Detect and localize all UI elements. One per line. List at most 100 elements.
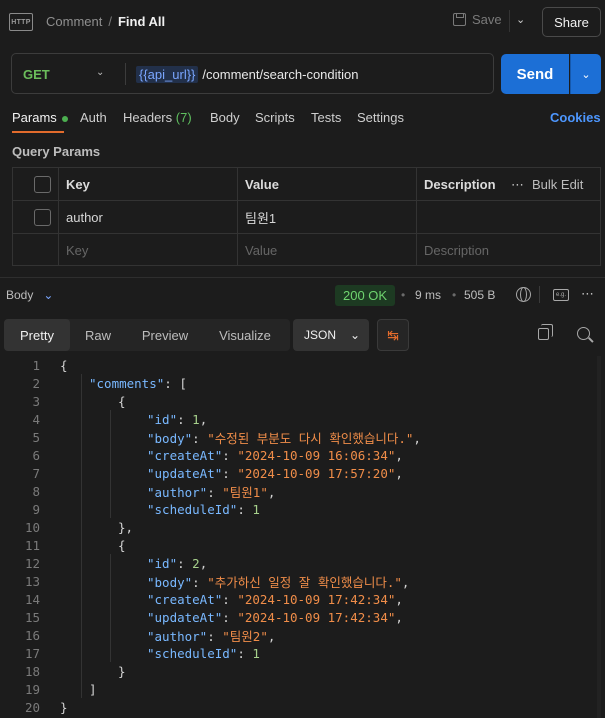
more-options-icon[interactable]: ⋯ (581, 286, 595, 302)
line-number: 18 (24, 663, 40, 679)
response-body-select[interactable]: Body ⌄ (6, 288, 53, 302)
code-content: "scheduleId": 1 (147, 646, 260, 661)
meta-separator: • (401, 288, 406, 302)
json-key: "updateAt" (147, 465, 223, 481)
select-all-checkbox[interactable] (34, 176, 51, 193)
url-variable[interactable]: {{api_url}} (136, 66, 199, 83)
breadcrumb-collection[interactable]: Comment (46, 14, 102, 29)
code-content: "createAt": "2024-10-09 17:42:34", (147, 592, 403, 607)
json-string: "추가하신 일정 잘 확인했습니다." (207, 574, 402, 590)
cookies-link[interactable]: Cookies (550, 110, 601, 125)
tab-raw[interactable]: Raw (70, 319, 126, 351)
line-number: 12 (24, 555, 40, 571)
code-content: } (60, 700, 68, 715)
code-line: 1{ (0, 356, 605, 374)
json-string: "수정된 부분도 다시 확인했습니다." (207, 430, 414, 446)
json-punctuation: : (207, 628, 223, 644)
json-punctuation: : (222, 465, 238, 481)
line-number: 13 (24, 573, 40, 589)
tab-body[interactable]: Body (210, 110, 240, 125)
tab-pretty[interactable]: Pretty (4, 319, 70, 351)
tab-settings[interactable]: Settings (357, 110, 404, 125)
panel-divider[interactable] (0, 277, 605, 278)
code-line: 7 "updateAt": "2024-10-09 17:57:20", (0, 464, 605, 482)
code-content: "id": 1, (147, 412, 207, 427)
code-line: 2 "comments": [ (0, 374, 605, 392)
line-number: 1 (32, 357, 40, 373)
new-key-input[interactable]: Key (58, 234, 237, 267)
bulk-edit-button[interactable]: ⋯ Bulk Edit (511, 168, 583, 201)
table-header-row: Key Value Description ⋯ Bulk Edit (13, 168, 600, 201)
code-content: "author": "팀원2", (147, 626, 275, 645)
json-punctuation: , (395, 609, 403, 625)
wrap-lines-icon[interactable]: ↹ (377, 319, 409, 351)
scrollbar[interactable] (597, 356, 601, 718)
json-key: "id" (147, 555, 178, 571)
response-code-editor[interactable]: 1{2 "comments": [3{4 "id": 1, 5 "body": "수정된… (0, 356, 605, 718)
code-content: } (118, 664, 126, 679)
send-options-chevron-down-icon[interactable]: ⌄ (570, 54, 601, 94)
save-options-chevron-down-icon[interactable]: ⌄ (516, 13, 525, 26)
search-icon[interactable] (577, 327, 590, 340)
param-value[interactable]: 팀원1 (237, 201, 416, 234)
code-content: { (118, 394, 126, 409)
json-string: "팀원1" (222, 484, 268, 500)
row-checkbox-cell (13, 201, 58, 234)
tab-scripts[interactable]: Scripts (255, 110, 295, 125)
line-number: 8 (32, 483, 40, 499)
json-number: 1 (252, 645, 260, 661)
column-key: Key (66, 177, 90, 192)
format-select[interactable]: JSON ⌄ (293, 319, 369, 351)
globe-icon[interactable] (516, 287, 531, 302)
tab-visualize[interactable]: Visualize (204, 319, 286, 351)
code-content: "scheduleId": 1 (147, 502, 260, 517)
format-label: JSON (304, 328, 337, 342)
code-line: 13 "body": "추가하신 일정 잘 확인했습니다.", (0, 572, 605, 590)
json-key: "scheduleId" (147, 501, 238, 517)
json-punctuation: : (237, 501, 253, 517)
bulk-edit-label: Bulk Edit (532, 177, 584, 192)
line-number: 2 (32, 375, 40, 391)
save-button[interactable]: Save (453, 12, 502, 27)
json-punctuation: , (395, 465, 403, 481)
json-punctuation: : (222, 447, 238, 463)
json-punctuation: : (222, 609, 238, 625)
json-punctuation: } (118, 663, 126, 679)
tab-params-label: Params (12, 110, 57, 125)
line-number: 3 (32, 393, 40, 409)
response-size[interactable]: 505 B (464, 288, 495, 302)
request-name[interactable]: Find All (118, 14, 165, 29)
url-input[interactable]: {{api_url}} /comment/search-condition (136, 66, 358, 83)
row-checkbox[interactable] (34, 209, 51, 226)
tab-auth[interactable]: Auth (80, 110, 107, 125)
param-description[interactable] (416, 201, 600, 234)
tab-tests[interactable]: Tests (311, 110, 341, 125)
tab-params[interactable]: Params (12, 110, 68, 125)
json-punctuation: , (395, 591, 403, 607)
status-badge[interactable]: 200 OK (335, 285, 396, 306)
new-description-input[interactable]: Description (416, 234, 600, 267)
share-button[interactable]: Share (542, 7, 601, 37)
tab-preview[interactable]: Preview (126, 319, 204, 351)
headers-count: (7) (175, 110, 192, 125)
json-punctuation: , (267, 484, 276, 500)
code-line: 16 "author": "팀원2", (0, 626, 605, 644)
copy-icon[interactable] (538, 324, 553, 340)
json-punctuation: }, (118, 519, 134, 535)
line-number: 9 (32, 501, 40, 517)
code-line: 11 { (0, 536, 605, 554)
line-number: 7 (32, 465, 40, 481)
param-key[interactable]: author (58, 201, 237, 234)
method-select[interactable]: GET (23, 67, 50, 82)
table-row: author 팀원1 (13, 201, 600, 234)
save-response-icon[interactable]: e.g. (553, 289, 569, 301)
json-string: "팀원2" (222, 628, 268, 644)
send-button[interactable]: Send (501, 54, 569, 94)
active-tab-underline (12, 131, 64, 133)
new-value-input[interactable]: Value (237, 234, 416, 267)
column-value: Value (245, 177, 279, 192)
method-chevron-down-icon[interactable]: ⌄ (96, 67, 104, 78)
tab-headers[interactable]: Headers (7) (123, 110, 192, 125)
line-number: 14 (24, 591, 40, 607)
response-time[interactable]: 9 ms (415, 288, 441, 302)
